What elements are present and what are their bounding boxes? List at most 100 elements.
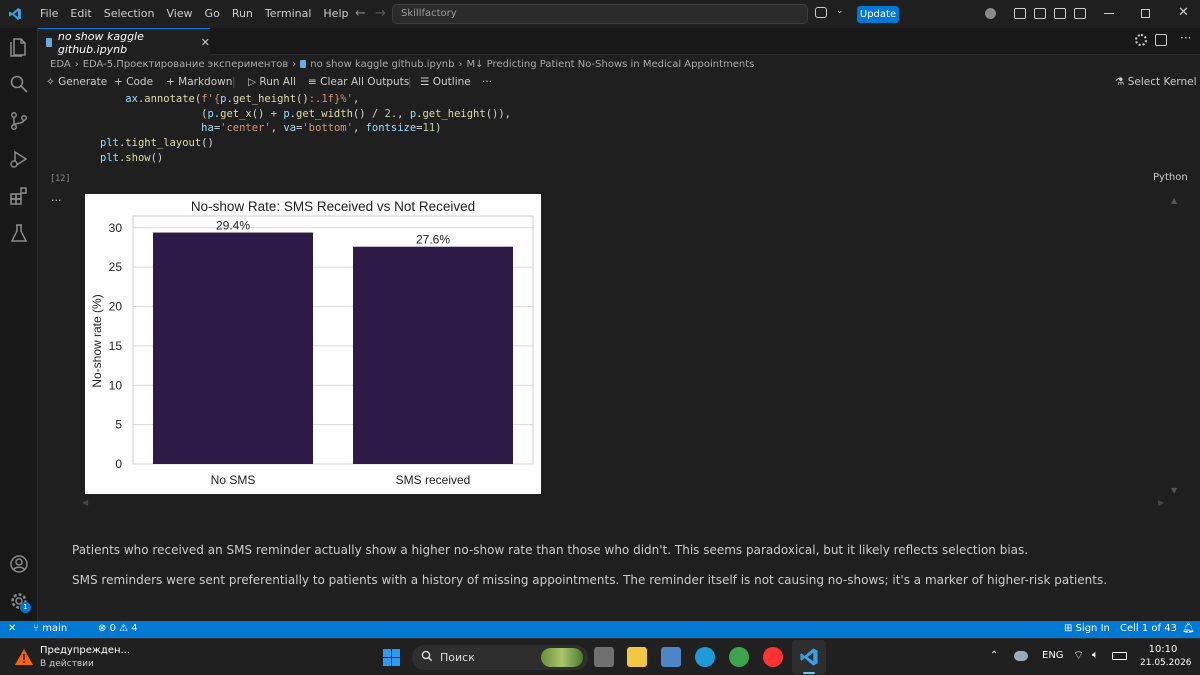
minimize-icon[interactable] <box>1104 13 1114 14</box>
y-tick-label: 0 <box>115 457 122 471</box>
volume-icon[interactable]: 🔈︎ <box>1092 648 1099 662</box>
run-all-button[interactable]: ▷ Run All <box>248 76 296 88</box>
layout-icon[interactable] <box>1014 8 1026 19</box>
search-highlight-image <box>541 648 583 667</box>
file-explorer-icon[interactable] <box>627 647 647 667</box>
menu-view[interactable]: View <box>160 0 198 28</box>
windows-start-icon[interactable] <box>383 649 400 666</box>
list-icon: ☰ <box>420 76 430 88</box>
back-arrow-icon[interactable]: ← <box>355 6 366 21</box>
edge-icon[interactable] <box>695 647 715 667</box>
play-icon: ▷ <box>248 76 257 88</box>
y-tick-label: 5 <box>115 418 122 432</box>
wifi-icon[interactable]: ⌔ <box>1073 648 1084 663</box>
vscode-taskbar-icon[interactable] <box>799 647 819 667</box>
cell-position[interactable]: Cell 1 of 43 <box>1120 623 1177 634</box>
y-tick-label: 10 <box>109 378 123 392</box>
utorrent-icon[interactable] <box>729 647 749 667</box>
warning-icon: ⚠ <box>119 623 129 634</box>
settings-badge: 1 <box>20 602 31 613</box>
copilot-icon[interactable] <box>815 7 827 18</box>
menu-run[interactable]: Run <box>226 0 259 28</box>
breadcrumb-item-heading[interactable]: M↓ Predicting Patient No-Shows in Medica… <box>466 59 754 70</box>
restore-icon[interactable] <box>1141 9 1150 18</box>
warning-icon[interactable] <box>14 648 34 666</box>
toggle-sidebar-icon[interactable] <box>1034 8 1046 19</box>
close-window-icon[interactable]: ✕ <box>1178 5 1189 20</box>
outline-button[interactable]: ☰ Outline <box>420 76 471 88</box>
toggle-secondary-sidebar-icon[interactable] <box>1074 8 1086 19</box>
account-icon[interactable] <box>8 553 30 575</box>
scroll-right-icon[interactable]: ▶ <box>1158 498 1164 507</box>
status-bar: ✕ ⑂ main ⊗ 0 ⚠ 4 ⊞ Sign In Cell 1 of 43 … <box>0 621 1200 638</box>
chevron-right-icon: › <box>74 58 79 70</box>
accounts-icon[interactable] <box>985 8 996 19</box>
branch-status[interactable]: ⑂ main <box>33 623 67 634</box>
forward-arrow-icon[interactable]: → <box>375 6 386 21</box>
menu-file[interactable]: File <box>34 0 64 28</box>
testing-icon[interactable] <box>8 222 30 244</box>
breadcrumb: EDA › EDA-5.Проектирование экспериментов… <box>50 57 754 71</box>
tray-chevron-icon[interactable]: ⌃ <box>990 650 998 661</box>
clear-outputs-button[interactable]: ≡ Clear All Outputs <box>308 76 409 88</box>
add-markdown-button[interactable]: + Markdown <box>166 76 232 88</box>
clock-time[interactable]: 10:10 <box>1148 644 1178 655</box>
remote-icon[interactable]: ✕ <box>8 623 16 634</box>
language-indicator[interactable]: ENG <box>1042 650 1064 661</box>
scroll-left-icon[interactable]: ◀ <box>82 498 88 507</box>
chevron-down-icon[interactable]: ⌄ <box>836 6 844 16</box>
warning-title[interactable]: Предупрежден... <box>40 645 130 656</box>
execution-count: [12] <box>50 174 71 184</box>
breadcrumb-item-eda[interactable]: EDA <box>50 59 71 70</box>
chevron-right-icon: › <box>292 58 297 70</box>
plus-icon: + <box>166 76 175 88</box>
yandex-browser-icon[interactable] <box>763 647 783 667</box>
active-app-indicator <box>803 672 815 674</box>
cell-language-label[interactable]: Python <box>1153 172 1188 183</box>
breadcrumb-item-file[interactable]: no show kaggle github.ipynb <box>310 59 454 70</box>
onedrive-icon[interactable] <box>1014 651 1028 661</box>
menu-go[interactable]: Go <box>199 0 226 28</box>
menu-terminal[interactable]: Terminal <box>259 0 318 28</box>
task-view-icon[interactable] <box>594 647 614 667</box>
menu-edit[interactable]: Edit <box>64 0 97 28</box>
menu-help[interactable]: Help <box>317 0 354 28</box>
breadcrumb-item-folder[interactable]: EDA-5.Проектирование экспериментов <box>83 59 289 70</box>
settings-gear-icon[interactable] <box>1135 34 1147 46</box>
activity-bar: 1 <box>0 28 38 621</box>
more-toolbar-button[interactable]: ··· <box>482 76 492 88</box>
run-debug-icon[interactable] <box>8 148 30 170</box>
battery-icon[interactable] <box>1112 652 1127 660</box>
store-icon[interactable] <box>661 647 681 667</box>
code-editor[interactable]: ax.annotate(f'{p.get_height():.1f}%', (p… <box>100 92 511 166</box>
menu-selection[interactable]: Selection <box>98 0 161 28</box>
extensions-icon[interactable] <box>8 185 30 207</box>
toggle-panel-icon[interactable] <box>1054 8 1066 19</box>
generate-label: Generate <box>58 76 108 88</box>
notifications-icon[interactable]: 🔔︎ <box>1182 623 1195 634</box>
output-actions-button[interactable]: ··· <box>51 194 62 207</box>
toolbar-divider: | <box>408 76 412 88</box>
generate-button[interactable]: ✧ Generate <box>46 76 107 88</box>
kernel-label: Select Kernel <box>1127 76 1197 88</box>
split-editor-icon[interactable] <box>1155 34 1167 46</box>
update-button[interactable]: Update <box>857 6 899 23</box>
scroll-down-icon[interactable]: ▼ <box>1171 486 1177 495</box>
command-search-input[interactable]: Skillfactory <box>392 4 808 24</box>
add-code-button[interactable]: + Code <box>114 76 153 88</box>
chevron-right-icon: › <box>458 58 463 70</box>
plus-icon: + <box>114 76 123 88</box>
sign-in-status[interactable]: ⊞ Sign In <box>1064 623 1110 634</box>
problems-status[interactable]: ⊗ 0 ⚠ 4 <box>98 623 138 634</box>
sign-in-label: Sign In <box>1075 623 1110 634</box>
select-kernel-button[interactable]: ⚗ Select Kernel <box>1115 76 1196 88</box>
explorer-icon[interactable] <box>8 36 30 58</box>
search-icon[interactable] <box>8 73 30 95</box>
tab-notebook[interactable]: no show kaggle github.ipynb ✕ <box>38 28 210 56</box>
source-control-icon[interactable] <box>8 110 30 132</box>
warning-subtitle: В действии <box>40 659 94 669</box>
more-actions-icon[interactable]: ··· <box>1180 31 1191 45</box>
close-icon[interactable]: ✕ <box>201 36 210 49</box>
scroll-up-icon[interactable]: ▲ <box>1171 196 1177 205</box>
clock-date[interactable]: 21.05.2026 <box>1140 658 1192 668</box>
